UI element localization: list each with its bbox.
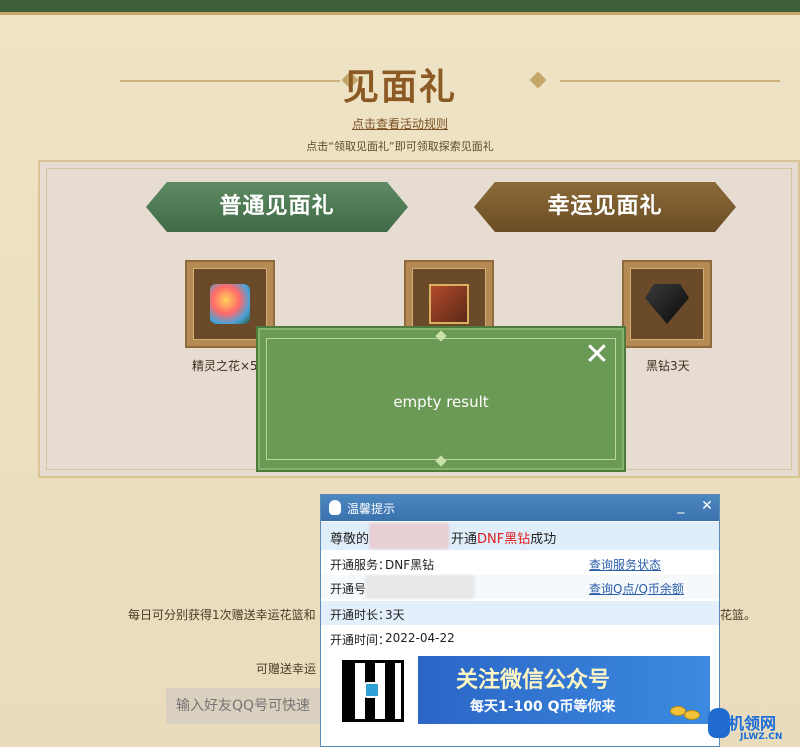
row-time-key: 开通时间：: [330, 633, 391, 647]
message-mid: 开通DNF黑钻成功: [451, 532, 557, 547]
redacted-name: [369, 523, 449, 549]
message-prefix: 尊敬的: [330, 532, 370, 547]
claim-hint: 点击“领取见面礼”即可领取探索见面礼: [306, 140, 494, 153]
invite-label: 可赠送幸运: [256, 662, 317, 676]
watermark-sub: JLWZ.CN: [740, 732, 783, 742]
qq-window-title: 温馨提示: [347, 502, 396, 516]
redacted-account: [365, 575, 475, 599]
query-balance-link[interactable]: 查询Q点/Q币余额: [589, 580, 684, 597]
banner-headline: 关注微信公众号: [456, 668, 611, 693]
item-flower-label: 精灵之花×5: [192, 359, 258, 373]
flower-icon: [210, 284, 250, 324]
chest-icon: [429, 284, 469, 324]
message-product: DNF黑钻: [477, 532, 531, 547]
modal-message: empty result: [393, 393, 489, 411]
row-duration: 开通时长： 3天: [321, 601, 719, 625]
row-account: 开通号 查询Q点/Q币余额: [321, 575, 719, 599]
friend-qq-input[interactable]: [166, 688, 326, 724]
item-black-diamond[interactable]: [622, 260, 712, 348]
row-service-key: 开通服务：: [330, 558, 391, 572]
wechat-banner[interactable]: 关注微信公众号 每天1-100 Q币等你来: [418, 656, 710, 724]
rules-link[interactable]: 点击查看活动规则: [0, 115, 800, 132]
watermark-text: 机领网: [728, 714, 777, 733]
row-time: 开通时间： 2022-04-22: [321, 626, 719, 650]
close-button[interactable]: ✕: [699, 498, 715, 514]
row-account-key: 开通号: [330, 582, 367, 596]
watermark-penguin-icon: [708, 708, 730, 738]
minimize-button[interactable]: _: [673, 498, 689, 514]
row-service-value: DNF黑钻: [385, 558, 435, 572]
item-black-diamond-label: 黑钻3天: [646, 359, 690, 373]
banner-subline: 每天1-100 Q币等你来: [470, 699, 616, 715]
black-diamond-icon: [645, 284, 689, 324]
row-duration-value: 3天: [385, 608, 405, 622]
tab-normal-gift[interactable]: 普通见面礼: [146, 182, 408, 232]
daily-text-left: 每日可分别获得1次赠送幸运花篮和: [128, 608, 316, 622]
row-service: 开通服务： DNF黑钻 查询服务状态: [321, 551, 719, 575]
page-title: 见面礼: [342, 66, 457, 108]
qr-logo-icon: [364, 682, 380, 698]
row-duration-key: 开通时长：: [330, 608, 391, 622]
query-service-link[interactable]: 查询服务状态: [589, 556, 661, 573]
qq-penguin-icon: [329, 500, 341, 515]
qq-titlebar[interactable]: 温馨提示 _ ✕: [321, 495, 719, 521]
row-time-value: 2022-04-22: [385, 631, 455, 645]
coin-icon: [684, 710, 700, 720]
daily-text-right: 花篮。: [720, 608, 757, 622]
tab-lucky-gift[interactable]: 幸运见面礼: [474, 182, 736, 232]
modal-close-button[interactable]: ✕: [582, 340, 612, 370]
